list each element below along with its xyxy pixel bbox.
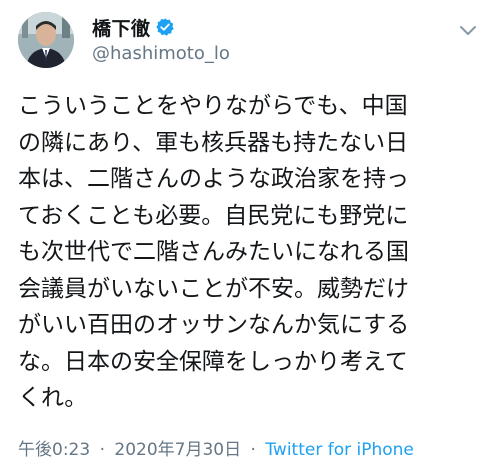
profile-photo-icon [18,12,74,68]
tweet-meta: 午後0:23 · 2020年7月30日 · Twitter for iPhone [18,435,414,460]
tweet-text-line: 本は、二階さんのような政治家を持っ [18,166,409,192]
tweet-time[interactable]: 午後0:23 [18,440,90,460]
author-block[interactable]: 橋下徹 @hashimoto_lo [92,14,230,65]
meta-separator: · [250,440,256,460]
tweet-source-link[interactable]: Twitter for iPhone [265,440,414,460]
tweet-text-line: くれ。 [18,385,88,411]
tweet-text: こういうことをやりながらでも、中国 の隣にあり、軍も核兵器も持たない日 本は、二… [18,88,488,417]
user-handle[interactable]: @hashimoto_lo [92,43,230,64]
tweet-text-line: こういうことをやりながらでも、中国 [18,93,408,119]
tweet-text-line: の隣にあり、軍も核兵器も持たない日 [18,129,409,156]
avatar[interactable] [18,12,74,68]
display-name[interactable]: 橋下徹 [92,14,151,41]
tweet-text-line: ておくことも必要。自民党にも野党に [18,202,409,229]
tweet-card: 橋下徹 @hashimoto_lo こういうことをやりながらでも、中国 の隣にあ… [0,0,500,476]
tweet-text-line: な。日本の安全保障をしっかり考えて [18,348,408,375]
tweet-text-line: も次世代で二階さんみたいになれる国 [18,239,409,265]
chevron-down-icon[interactable] [456,18,480,42]
tweet-text-line: 会議員がいないことが不安。威勢だけ [18,275,409,302]
tweet-text-line: がいい百田のオッサンなんか気にする [18,312,410,338]
name-row: 橋下徹 [92,14,230,40]
verified-badge-icon [155,18,174,36]
meta-separator: · [99,440,105,460]
tweet-date[interactable]: 2020年7月30日 [114,440,241,460]
